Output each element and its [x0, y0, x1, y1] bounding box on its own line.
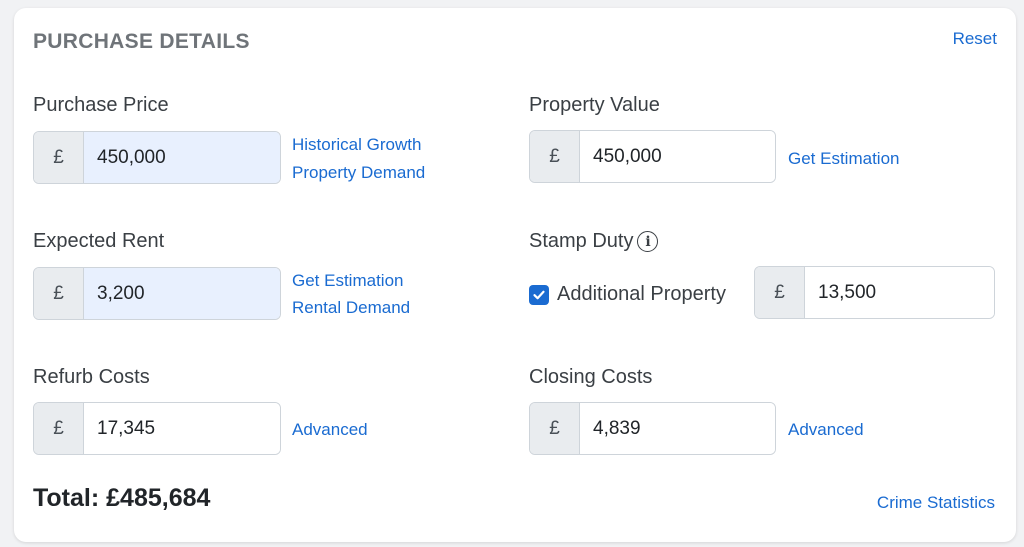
historical-growth-link[interactable]: Historical Growth	[292, 135, 421, 155]
property-value-input-group: £	[529, 130, 776, 183]
stamp-duty-label-row: Stamp Duty i	[529, 230, 659, 253]
refurb-costs-input-group: £	[33, 402, 281, 455]
refurb-costs-label: Refurb Costs	[33, 366, 150, 388]
closing-costs-input-group: £	[529, 402, 776, 455]
total-amount: Total: £485,684	[33, 484, 211, 512]
stamp-duty-input[interactable]	[805, 267, 994, 318]
closing-costs-input[interactable]	[580, 403, 775, 454]
stamp-duty-input-group: £	[754, 266, 995, 319]
property-get-estimation-link[interactable]: Get Estimation	[788, 149, 900, 169]
currency-prefix: £	[34, 132, 84, 183]
expected-rent-input-group: £	[33, 267, 281, 320]
rent-get-estimation-link[interactable]: Get Estimation	[292, 271, 404, 291]
property-value-label: Property Value	[529, 94, 660, 116]
crime-statistics-link[interactable]: Crime Statistics	[877, 493, 995, 513]
checkmark-icon	[533, 290, 545, 299]
currency-prefix: £	[530, 131, 580, 182]
purchase-details-card: PURCHASE DETAILS Reset Purchase Price £ …	[14, 8, 1016, 542]
closing-costs-label: Closing Costs	[529, 366, 653, 388]
additional-property-checkbox[interactable]	[529, 284, 549, 305]
expected-rent-label: Expected Rent	[33, 230, 165, 252]
info-circle-icon[interactable]: i	[637, 231, 659, 253]
currency-prefix: £	[530, 403, 580, 454]
rental-demand-link[interactable]: Rental Demand	[292, 298, 410, 318]
currency-prefix: £	[34, 403, 84, 454]
additional-property-checkbox-row[interactable]: Additional Property	[529, 283, 726, 306]
currency-prefix: £	[755, 267, 805, 318]
stamp-duty-label: Stamp Duty	[529, 230, 634, 252]
additional-property-label[interactable]: Additional Property	[557, 283, 726, 306]
closing-advanced-link[interactable]: Advanced	[788, 420, 864, 440]
reset-link[interactable]: Reset	[953, 29, 997, 49]
purchase-price-input[interactable]	[84, 132, 280, 183]
purchase-price-label: Purchase Price	[33, 94, 169, 116]
refurb-costs-input[interactable]	[84, 403, 280, 454]
property-demand-link[interactable]: Property Demand	[292, 163, 425, 183]
purchase-price-input-group: £	[33, 131, 281, 184]
property-value-input[interactable]	[580, 131, 775, 182]
refurb-advanced-link[interactable]: Advanced	[292, 420, 368, 440]
currency-prefix: £	[34, 268, 84, 319]
expected-rent-input[interactable]	[84, 268, 280, 319]
section-title: PURCHASE DETAILS	[33, 30, 250, 53]
